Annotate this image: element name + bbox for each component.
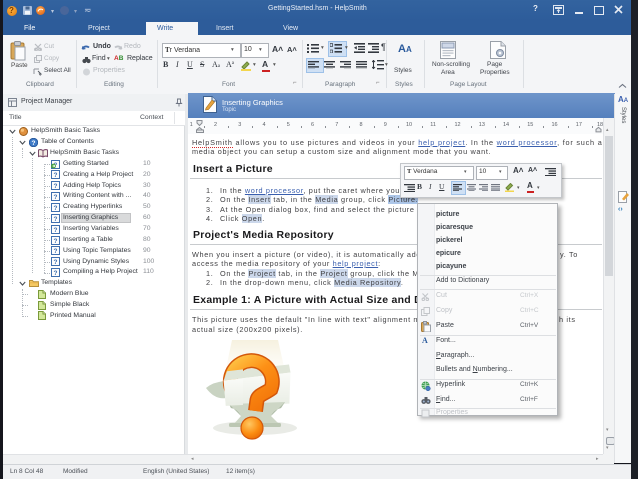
svg-text:?: ? [54,270,58,277]
svg-text:?: ? [54,259,58,266]
svg-text:?: ? [54,227,58,234]
svg-text:?: ? [54,205,58,212]
svg-text:?: ? [54,172,58,179]
svg-text:?: ? [54,238,58,245]
svg-text:?: ? [32,140,36,147]
svg-text:?: ? [54,216,58,223]
svg-text:?: ? [54,194,58,201]
svg-text:?: ? [54,248,58,255]
svg-text:?: ? [54,183,58,190]
